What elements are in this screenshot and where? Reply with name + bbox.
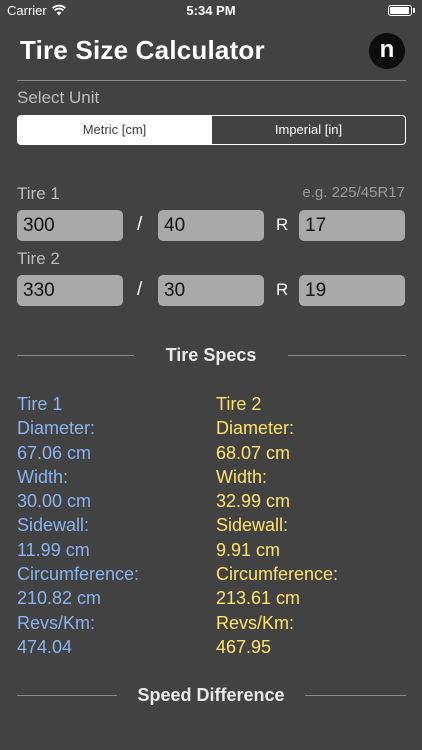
tire2-width-label: Width:: [216, 466, 268, 487]
tire1-width-value: 30.00 cm: [17, 491, 92, 512]
tire2-slash: /: [137, 279, 143, 300]
tire1-slash: /: [137, 214, 143, 235]
unit-segmented-control[interactable]: Metric [cm] Imperial [in]: [17, 115, 406, 145]
tire2-sidewall-label: Sidewall:: [216, 515, 289, 536]
tire1-r-label: R: [276, 215, 289, 234]
tire2-width-value: 32.99 cm: [216, 491, 291, 512]
battery-icon: [388, 5, 412, 16]
tire2-heading: Tire 2: [216, 394, 262, 414]
example-hint: e.g. 225/45R17: [302, 184, 405, 201]
tire2-width-field[interactable]: 330: [17, 275, 123, 306]
tire2-circumference-label: Circumference:: [216, 564, 339, 585]
tire1-width-label: Width:: [17, 466, 69, 487]
tire1-heading: Tire 1: [17, 394, 63, 414]
tire1-aspect-field[interactable]: 40: [158, 210, 264, 241]
app-logo-button[interactable]: n: [369, 33, 405, 69]
tire2-diameter-value: 68.07 cm: [216, 442, 291, 463]
tire2-revs-label: Revs/Km:: [216, 612, 295, 633]
tire1-circumference-label: Circumference:: [17, 564, 140, 585]
tire1-sidewall-value: 11.99 cm: [17, 539, 90, 560]
tire1-input-label: Tire 1: [17, 184, 60, 203]
tire2-rim-field[interactable]: 19: [299, 275, 405, 306]
imperial-segment[interactable]: Imperial [in]: [211, 116, 405, 144]
status-time: 5:34 PM: [186, 3, 236, 18]
select-unit-label: Select Unit: [17, 88, 100, 107]
specs-divider-right: [288, 355, 406, 356]
tire2-r-label: R: [276, 280, 289, 299]
tire2-aspect-field[interactable]: 30: [158, 275, 264, 306]
tire1-circumference-value: 210.82 cm: [17, 588, 102, 609]
tire2-specs: Tire 2 Diameter: 68.07 cm Width: 32.99 c…: [216, 392, 338, 659]
tire1-rim-field[interactable]: 17: [299, 210, 405, 241]
tire2-revs-value: 467.95: [216, 636, 272, 657]
tire1-diameter-label: Diameter:: [17, 418, 96, 439]
tire2-circumference-value: 213.61 cm: [216, 588, 301, 609]
header-divider: [17, 80, 406, 81]
tire2-input-label: Tire 2: [17, 249, 60, 268]
tire1-sidewall-label: Sidewall:: [17, 515, 90, 536]
tire1-revs-label: Revs/Km:: [17, 612, 96, 633]
tire1-width-field[interactable]: 300: [17, 210, 123, 241]
metric-segment[interactable]: Metric [cm]: [18, 116, 211, 144]
tire1-revs-value: 474.04: [17, 636, 73, 657]
speed-divider-right: [305, 695, 406, 696]
tire2-diameter-label: Diameter:: [216, 418, 295, 439]
tire1-diameter-value: 67.06 cm: [17, 442, 92, 463]
tire1-specs: Tire 1 Diameter: 67.06 cm Width: 30.00 c…: [17, 392, 139, 659]
tire2-sidewall-value: 9.91 cm: [216, 539, 281, 560]
battery-tip: [413, 8, 415, 13]
page-title: Tire Size Calculator: [20, 35, 265, 65]
